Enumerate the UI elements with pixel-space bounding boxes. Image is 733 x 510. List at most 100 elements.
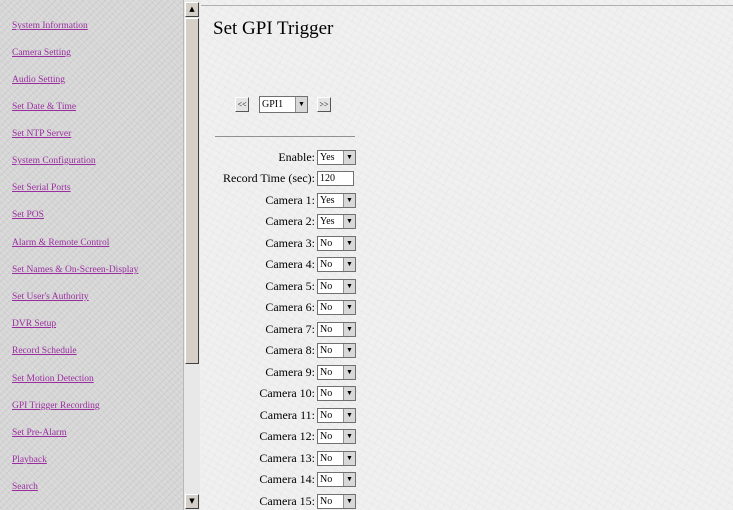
camera-11-label: Camera 11: <box>259 408 315 422</box>
select-value: No <box>320 496 333 507</box>
camera-6-select[interactable]: No ▼ <box>317 300 356 315</box>
nav-item: System Configuration <box>12 155 96 167</box>
dropdown-arrow-icon: ▼ <box>343 258 355 271</box>
camera-3-select[interactable]: No ▼ <box>317 236 356 251</box>
camera-15-select[interactable]: No ▼ <box>317 494 356 509</box>
camera-14-select[interactable]: No ▼ <box>317 472 356 487</box>
nav-item: GPI Trigger Recording <box>12 400 100 412</box>
nav-link-set-motion-detection[interactable]: Set Motion Detection <box>12 374 94 384</box>
next-gpi-button[interactable]: >> <box>317 97 331 112</box>
nav-link-system-configuration[interactable]: System Configuration <box>12 156 96 166</box>
dropdown-arrow-icon: ▼ <box>343 452 355 465</box>
nav-item: Set Date & Time <box>12 101 76 113</box>
nav-item: Set NTP Server <box>12 128 71 140</box>
nav-link-set-ntp-server[interactable]: Set NTP Server <box>12 129 71 139</box>
select-value: Yes <box>320 195 335 206</box>
nav-link-alarm-remote-control[interactable]: Alarm & Remote Control <box>12 238 109 248</box>
select-value: No <box>320 367 333 378</box>
camera-9-select[interactable]: No ▼ <box>317 365 356 380</box>
camera-4-select[interactable]: No ▼ <box>317 257 356 272</box>
dropdown-arrow-icon: ▼ <box>343 495 355 508</box>
nav-link-dvr-setup[interactable]: DVR Setup <box>12 319 56 329</box>
select-value: No <box>320 302 333 313</box>
camera-5-label: Camera 5: <box>265 279 315 293</box>
nav-link-set-pre-alarm[interactable]: Set Pre-Alarm <box>12 428 67 438</box>
sidebar-scrollbar[interactable]: ▲ ▼ <box>183 0 200 510</box>
dropdown-arrow-icon: ▼ <box>343 301 355 314</box>
nav-link-set-serial-ports[interactable]: Set Serial Ports <box>12 183 71 193</box>
camera-13-select[interactable]: No ▼ <box>317 451 356 466</box>
prev-gpi-button[interactable]: << <box>235 97 249 112</box>
select-value: No <box>320 474 333 485</box>
nav-link-camera-setting[interactable]: Camera Setting <box>12 48 71 58</box>
camera-10-select[interactable]: No ▼ <box>317 386 356 401</box>
camera-10-label: Camera 10: <box>259 386 315 400</box>
camera-9-label: Camera 9: <box>265 365 315 379</box>
nav-link-set-names-osd[interactable]: Set Names & On-Screen-Display <box>12 265 138 275</box>
camera-11-select[interactable]: No ▼ <box>317 408 356 423</box>
select-value: No <box>320 431 333 442</box>
nav-item: Audio Setting <box>12 74 65 86</box>
scroll-up-arrow-icon[interactable]: ▲ <box>185 2 199 17</box>
nav-item: Alarm & Remote Control <box>12 237 109 249</box>
camera-3-label: Camera 3: <box>265 236 315 250</box>
nav-link-system-information[interactable]: System Information <box>12 21 88 31</box>
camera-6-label: Camera 6: <box>265 300 315 314</box>
nav-item: System Information <box>12 20 88 32</box>
scroll-down-arrow-icon[interactable]: ▼ <box>185 494 199 509</box>
dropdown-arrow-icon: ▼ <box>343 387 355 400</box>
nav-item: Set Serial Ports <box>12 182 71 194</box>
select-value: No <box>320 345 333 356</box>
record-time-input[interactable] <box>317 171 354 186</box>
nav-link-set-users-authority[interactable]: Set User's Authority <box>12 292 89 302</box>
dropdown-arrow-icon: ▼ <box>343 323 355 336</box>
enable-label: Enable: <box>278 150 315 164</box>
camera-2-select[interactable]: Yes ▼ <box>317 214 356 229</box>
camera-7-select[interactable]: No ▼ <box>317 322 356 337</box>
nav-link-set-pos[interactable]: Set POS <box>12 210 44 220</box>
enable-select-value: Yes <box>320 152 335 163</box>
camera-5-select[interactable]: No ▼ <box>317 279 356 294</box>
nav-link-gpi-trigger-recording[interactable]: GPI Trigger Recording <box>12 401 100 411</box>
dropdown-arrow-icon: ▼ <box>343 409 355 422</box>
nav-link-set-date-time[interactable]: Set Date & Time <box>12 102 76 112</box>
select-value: No <box>320 388 333 399</box>
gpi-select-value: GPI1 <box>262 99 284 110</box>
gpi-select[interactable]: GPI1 ▼ <box>259 96 308 113</box>
enable-select[interactable]: Yes ▼ <box>317 150 356 165</box>
select-value: No <box>320 238 333 249</box>
camera-13-label: Camera 13: <box>259 451 315 465</box>
camera-2-label: Camera 2: <box>265 214 315 228</box>
nav-item: Record Schedule <box>12 345 77 357</box>
select-value: Yes <box>320 216 335 227</box>
nav-item: Set Motion Detection <box>12 373 94 385</box>
nav-link-record-schedule[interactable]: Record Schedule <box>12 346 77 356</box>
camera-15-label: Camera 15: <box>259 494 315 508</box>
nav-item: Playback <box>12 454 47 466</box>
dropdown-arrow-icon: ▼ <box>343 280 355 293</box>
nav-link-audio-setting[interactable]: Audio Setting <box>12 75 65 85</box>
select-value: No <box>320 259 333 270</box>
page-title: Set GPI Trigger <box>213 18 334 39</box>
select-value: No <box>320 324 333 335</box>
camera-14-label: Camera 14: <box>259 472 315 486</box>
sidebar-nav: System Information Camera Setting Audio … <box>0 0 183 510</box>
dropdown-arrow-icon: ▼ <box>343 215 355 228</box>
camera-12-select[interactable]: No ▼ <box>317 429 356 444</box>
camera-1-select[interactable]: Yes ▼ <box>317 193 356 208</box>
nav-item: DVR Setup <box>12 318 56 330</box>
form-divider <box>215 136 355 137</box>
camera-4-label: Camera 4: <box>265 257 315 271</box>
dropdown-arrow-icon: ▼ <box>343 194 355 207</box>
nav-link-search[interactable]: Search <box>12 482 38 492</box>
record-time-label: Record Time (sec): <box>223 171 315 185</box>
camera-8-select[interactable]: No ▼ <box>317 343 356 358</box>
dropdown-arrow-icon: ▼ <box>295 97 307 112</box>
main-content: Set GPI Trigger << GPI1 ▼ >> Enable: Yes… <box>201 0 733 510</box>
camera-7-label: Camera 7: <box>265 322 315 336</box>
scrollbar-thumb[interactable] <box>185 18 199 364</box>
nav-item: Set User's Authority <box>12 291 89 303</box>
camera-8-label: Camera 8: <box>265 343 315 357</box>
nav-item: Search <box>12 481 38 493</box>
nav-link-playback[interactable]: Playback <box>12 455 47 465</box>
